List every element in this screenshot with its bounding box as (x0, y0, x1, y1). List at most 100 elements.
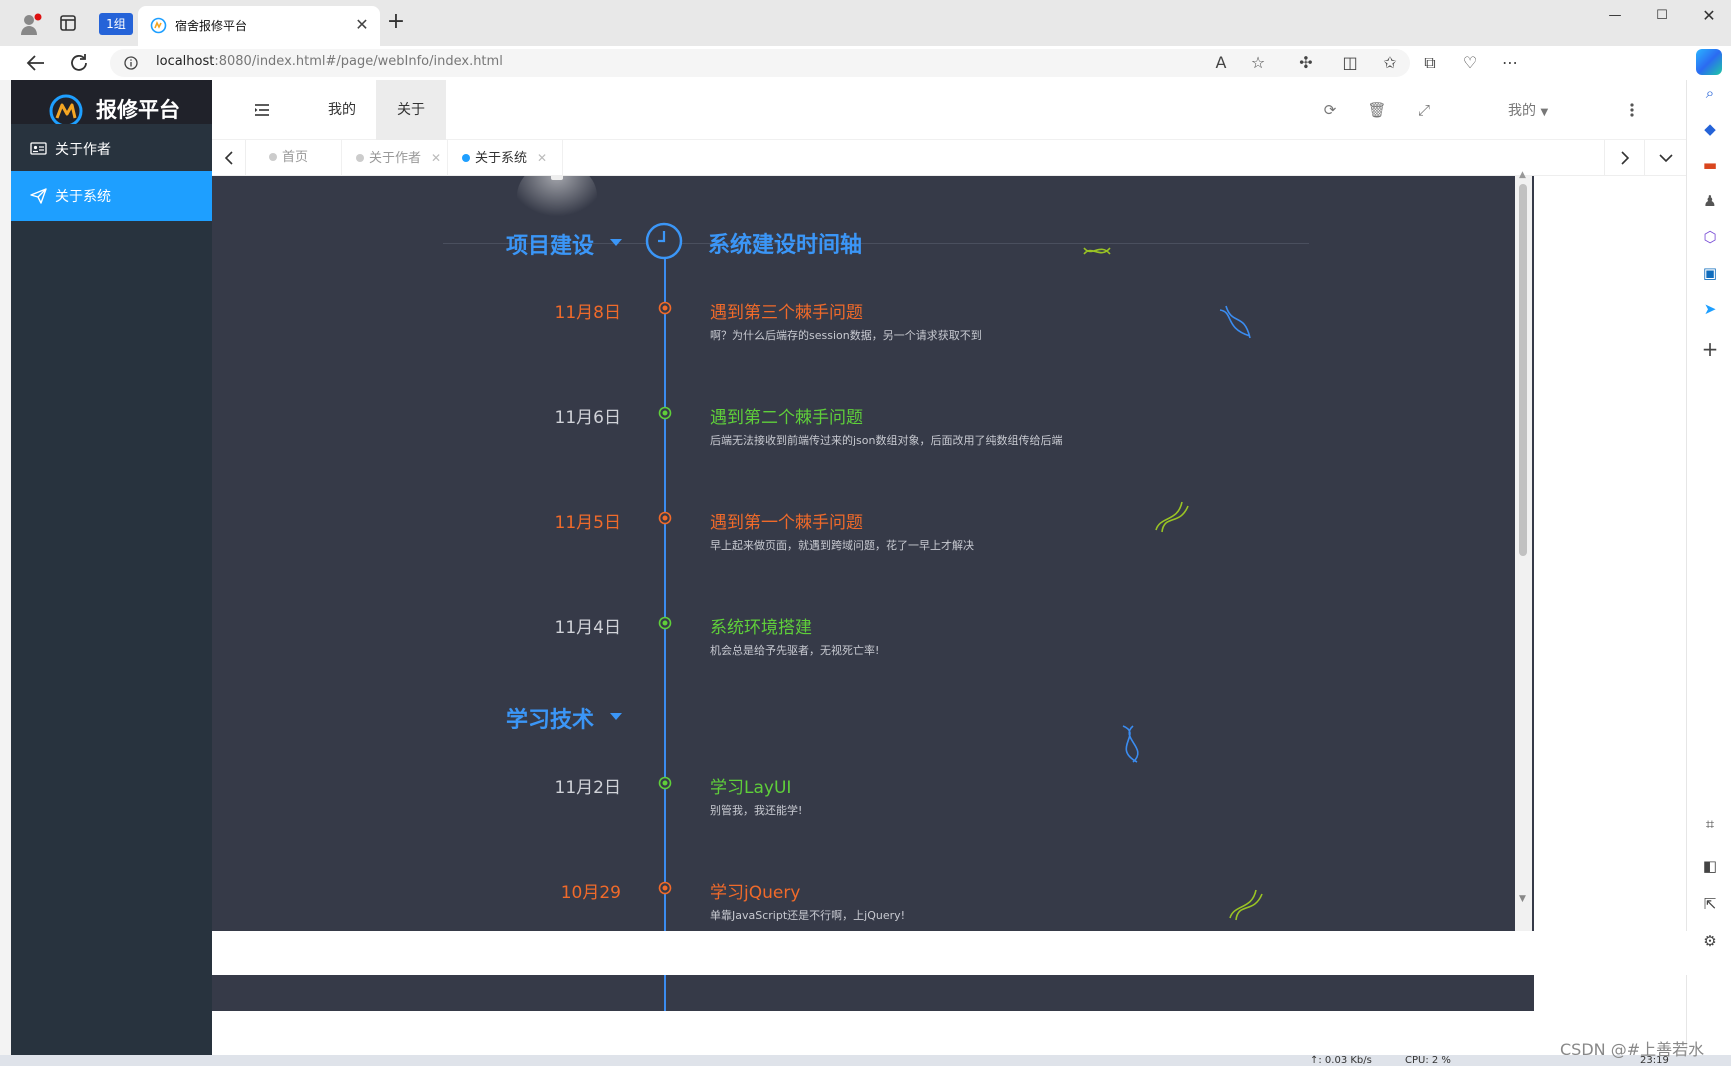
event-desc: 单靠JavaScript还是不行啊，上jQuery! (710, 909, 906, 922)
extensions-icon[interactable]: ✣ (1295, 52, 1317, 74)
browser-essentials-icon[interactable]: ♡ (1459, 52, 1481, 74)
browser-tab-active[interactable]: 宿舍报修平台 ✕ (138, 6, 380, 46)
collections-icon[interactable]: ⧉ (1419, 52, 1441, 74)
tab-actions-icon[interactable] (58, 13, 78, 33)
sidebar-item-label: 关于作者 (55, 142, 111, 158)
dna-decoration-icon (1113, 724, 1153, 764)
event-title: 遇到第二个棘手问题 (710, 408, 863, 428)
read-aloud-icon[interactable]: A (1210, 52, 1232, 74)
app-sidebar: 报修平台 关于作者 关于系统 (11, 80, 212, 1055)
timeline-header-title: 系统建设时间轴 (708, 233, 863, 258)
event-desc: 机会总是给予先驱者，无视死亡率! (710, 644, 880, 657)
paper-plane-icon (30, 187, 47, 204)
event-title: 学习LayUI (710, 778, 792, 798)
split-screen-icon[interactable]: ◫ (1339, 52, 1361, 74)
network-speed: ↑: 0.03 Kb/s (1310, 1055, 1372, 1066)
minimize-icon[interactable]: — (1603, 8, 1627, 28)
games-icon[interactable]: ♟ (1699, 190, 1721, 212)
toolbox-icon[interactable]: ▬ (1699, 154, 1721, 176)
site-info-icon[interactable] (124, 56, 138, 70)
back-arrow-icon[interactable] (24, 52, 48, 74)
event-date: 11月2日 (554, 778, 621, 798)
office-icon[interactable]: ⬡ (1699, 226, 1721, 248)
dna-decoration-icon (1150, 496, 1190, 536)
profile-icon[interactable] (20, 12, 46, 36)
scroll-up-icon[interactable]: ▲ (1519, 170, 1526, 180)
address-bar-row: localhost:8080/index.html#/page/webInfo/… (0, 46, 1731, 80)
tab-group-label[interactable]: 1组 (99, 13, 133, 35)
logo-text: 报修平台 (96, 98, 180, 122)
dna-decoration-icon (1224, 884, 1264, 924)
page-tab-about-system[interactable]: 关于系统 ✕ (448, 140, 563, 176)
site-favicon-icon (150, 17, 167, 34)
page-tab-home[interactable]: 首页 (246, 140, 342, 176)
caret-down-icon[interactable] (610, 713, 622, 721)
collapse-menu-icon[interactable] (252, 100, 272, 120)
close-window-icon[interactable]: ✕ (1697, 6, 1721, 28)
page-tab-about-author[interactable]: 关于作者 ✕ (342, 140, 448, 176)
section-title-project[interactable]: 项目建设 (506, 228, 594, 260)
screenshot-icon[interactable]: ⌗ (1699, 813, 1721, 835)
section-title-learning[interactable]: 学习技术 (506, 702, 594, 734)
edge-sidebar: ⌕ ◆ ▬ ♟ ⬡ ▣ ➤ + ⌗ ◧ ⇱ ⚙ (1686, 80, 1731, 1066)
content-scrollbar[interactable]: ▲ ▼ (1515, 170, 1532, 931)
close-tab-icon[interactable]: ✕ (537, 151, 547, 165)
copilot-icon[interactable] (1696, 49, 1722, 75)
event-title: 遇到第三个棘手问题 (710, 303, 863, 323)
favorites-icon[interactable]: ✩ (1379, 52, 1401, 74)
search-icon[interactable]: ⌕ (1699, 82, 1721, 104)
sidebar-item-about-author[interactable]: 关于作者 (11, 124, 212, 174)
clear-cache-trash-icon[interactable]: 🗑 (1367, 100, 1387, 120)
nav-mine[interactable]: 我的 (312, 80, 372, 140)
event-date: 11月8日 (554, 303, 621, 323)
caret-down-icon: ▼ (1540, 107, 1549, 118)
sidebar-item-about-system[interactable]: 关于系统 (11, 171, 212, 221)
shopping-tag-icon[interactable]: ◆ (1699, 118, 1721, 140)
timeline-node-icon (658, 616, 672, 630)
cpu-usage: CPU: 2 % (1405, 1055, 1451, 1066)
page-tab-bar: 首页 关于作者 ✕ 关于系统 ✕ (212, 140, 1686, 176)
tab-scroll-right-icon[interactable] (1604, 140, 1644, 176)
favorite-star-icon[interactable]: ☆ (1247, 52, 1269, 74)
page-tab-label: 首页 (282, 150, 309, 165)
event-date: 11月5日 (554, 513, 621, 533)
more-vertical-icon[interactable] (1624, 98, 1640, 122)
maximize-icon[interactable]: ☐ (1650, 8, 1674, 28)
sidebar-toggle-icon[interactable]: ◧ (1699, 855, 1721, 877)
tab-options-chevron-down-icon[interactable] (1644, 140, 1686, 176)
url-text: localhost:8080/index.html#/page/webInfo/… (156, 54, 503, 69)
os-taskbar: ↑: 0.03 Kb/s CPU: 2 % 23:19 (0, 1055, 1731, 1066)
timeline-node-icon (658, 776, 672, 790)
content-footer (212, 931, 1697, 975)
settings-more-icon[interactable]: ⋯ (1499, 52, 1521, 74)
open-external-icon[interactable]: ⇱ (1699, 893, 1721, 915)
timeline-node-icon (658, 511, 672, 525)
url-host: localhost (156, 54, 215, 69)
scroll-down-icon[interactable]: ▼ (1519, 894, 1526, 904)
refresh-icon[interactable]: ⟳ (1320, 100, 1340, 120)
tab-scroll-left-icon[interactable] (212, 140, 246, 176)
event-desc: 啊？为什么后端存的session数据，另一个请求获取不到 (710, 329, 982, 342)
reload-icon[interactable] (68, 52, 90, 74)
timeline-axis (664, 256, 666, 1011)
scrollbar-thumb[interactable] (1519, 184, 1527, 556)
add-icon[interactable]: + (1699, 338, 1721, 360)
close-tab-icon[interactable]: ✕ (431, 151, 441, 165)
new-tab-button[interactable]: + (384, 11, 408, 35)
caret-down-icon[interactable] (610, 239, 622, 247)
tab-dot (269, 152, 277, 161)
fullscreen-icon[interactable]: ⤢ (1414, 100, 1434, 120)
url-path: :8080/index.html#/page/webInfo/index.htm… (214, 54, 503, 69)
user-menu[interactable]: 我的 ▼ (1508, 100, 1548, 120)
sidebar-settings-icon[interactable]: ⚙ (1699, 930, 1721, 952)
outlook-icon[interactable]: ▣ (1699, 262, 1721, 284)
browser-tab-title: 宿舍报修平台 (175, 19, 248, 33)
send-icon[interactable]: ➤ (1699, 298, 1721, 320)
event-desc: 早上起来做页面，就遇到跨域问题，花了一早上才解决 (710, 539, 974, 552)
timeline-node-icon (658, 406, 672, 420)
id-card-icon (30, 140, 47, 157)
nav-about[interactable]: 关于 (376, 80, 446, 140)
dna-decoration-icon (1216, 302, 1256, 342)
dna-decoration-icon (1078, 230, 1118, 270)
close-tab-icon[interactable]: ✕ (352, 15, 372, 35)
